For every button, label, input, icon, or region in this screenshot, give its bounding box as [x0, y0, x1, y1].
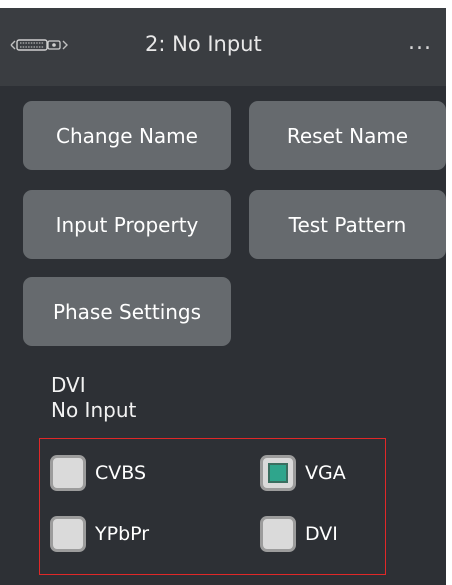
input-title: 2: No Input	[145, 32, 262, 56]
dvi-label: DVI	[305, 523, 338, 545]
cvbs-checkbox[interactable]	[50, 455, 86, 491]
input-settings-panel: 2: No Input ... Change Name Reset Name I…	[0, 8, 446, 585]
ypbpr-checkbox[interactable]	[50, 516, 86, 552]
phase-settings-button[interactable]: Phase Settings	[23, 277, 231, 346]
signal-type-group: CVBS VGA YPbPr DVI	[39, 438, 386, 575]
signal-option-cvbs[interactable]: CVBS	[50, 455, 146, 491]
change-name-button[interactable]: Change Name	[23, 101, 231, 170]
reset-name-button[interactable]: Reset Name	[249, 101, 446, 170]
input-status-label: No Input	[51, 398, 137, 422]
input-type-label: DVI	[51, 373, 86, 397]
dvi-connector-icon	[10, 39, 68, 51]
input-header: 2: No Input ...	[0, 8, 446, 86]
input-property-button[interactable]: Input Property	[23, 190, 231, 259]
vga-checkbox[interactable]	[260, 455, 296, 491]
checked-indicator	[268, 463, 288, 483]
ypbpr-label: YPbPr	[95, 523, 150, 545]
dvi-checkbox[interactable]	[260, 516, 296, 552]
test-pattern-button[interactable]: Test Pattern	[249, 190, 446, 259]
vga-label: VGA	[305, 462, 346, 484]
more-options-icon[interactable]: ...	[408, 30, 432, 55]
signal-option-vga[interactable]: VGA	[260, 455, 346, 491]
signal-option-dvi[interactable]: DVI	[260, 516, 338, 552]
signal-option-ypbpr[interactable]: YPbPr	[50, 516, 149, 552]
cvbs-label: CVBS	[95, 462, 147, 484]
